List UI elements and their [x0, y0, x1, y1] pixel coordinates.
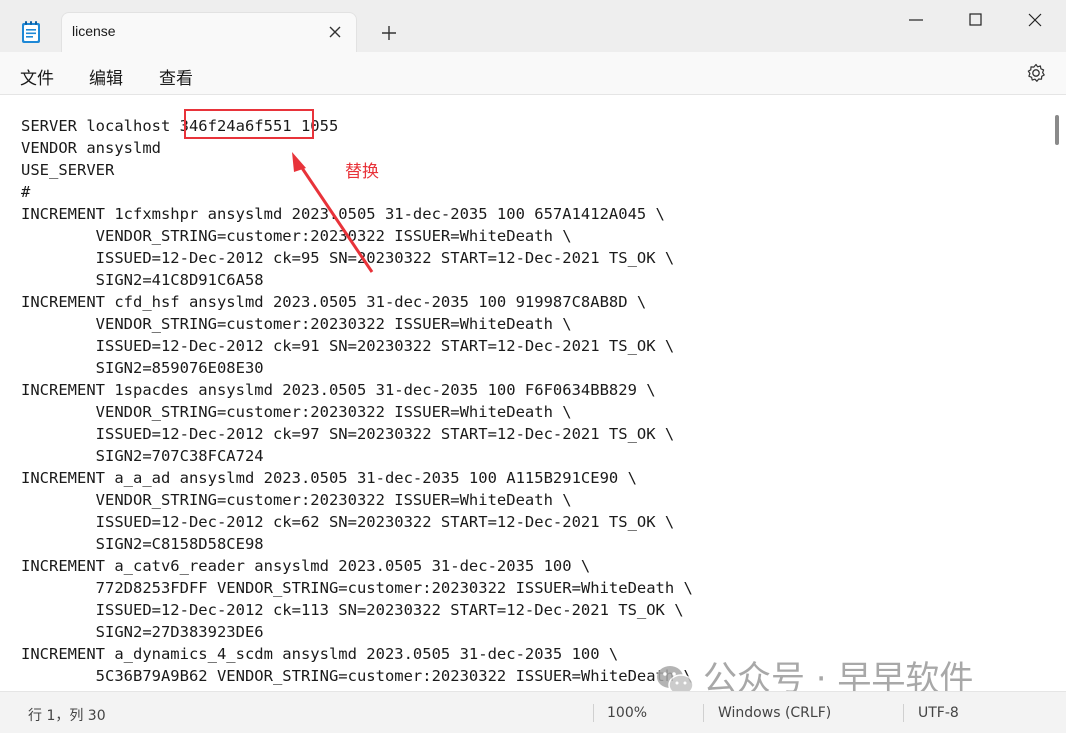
text-line: 772D8253FDFF VENDOR_STRING=customer:2023… — [21, 579, 693, 597]
menu-edit[interactable]: 编辑 — [89, 64, 123, 89]
text-line: VENDOR_STRING=customer:20230322 ISSUER=W… — [21, 227, 572, 245]
divider — [703, 704, 704, 722]
close-icon[interactable] — [1012, 10, 1058, 30]
text-line: SIGN2=707C38FCA724 — [21, 447, 264, 465]
plus-icon[interactable] — [380, 24, 398, 42]
cursor-position: 行 1，列 30 — [28, 708, 106, 724]
text-line: # — [21, 183, 31, 201]
minimize-icon[interactable] — [893, 10, 939, 30]
tab-license[interactable]: license — [61, 12, 357, 52]
text-line: INCREMENT cfd_hsf ansyslmd 2023.0505 31-… — [21, 293, 647, 311]
text-line: ISSUED=12-Dec-2012 ck=91 SN=20230322 STA… — [21, 337, 675, 355]
menu-file[interactable]: 文件 — [20, 64, 54, 89]
gear-icon[interactable] — [1025, 62, 1047, 84]
zoom-level[interactable]: 100% — [607, 705, 647, 721]
text-line: VENDOR ansyslmd — [21, 139, 161, 157]
encoding[interactable]: UTF-8 — [918, 705, 959, 721]
notepad-icon — [22, 21, 40, 43]
maximize-icon[interactable] — [953, 10, 999, 30]
text-line: SIGN2=C8158D58CE98 — [21, 535, 264, 553]
text-line: SIGN2=27D383923DE6 — [21, 623, 264, 641]
title-bar: license — [0, 0, 1066, 52]
annotation-label: 替换 — [345, 162, 379, 182]
vertical-scrollbar[interactable] — [1055, 115, 1059, 145]
editor-content[interactable]: SERVER localhost 346f24a6f551 1055 VENDOR… — [21, 115, 693, 687]
menu-view[interactable]: 查看 — [159, 64, 193, 89]
text-line: VENDOR_STRING=customer:20230322 ISSUER=W… — [21, 403, 572, 421]
text-line: ISSUED=12-Dec-2012 ck=97 SN=20230322 STA… — [21, 425, 675, 443]
text-line: ISSUED=12-Dec-2012 ck=113 SN=20230322 ST… — [21, 601, 684, 619]
menu-bar: 文件 编辑 查看 — [0, 52, 1066, 94]
text-line: VENDOR_STRING=customer:20230322 ISSUER=W… — [21, 315, 572, 333]
line-ending[interactable]: Windows (CRLF) — [718, 705, 831, 721]
text-editor[interactable]: SERVER localhost 346f24a6f551 1055 VENDOR… — [0, 94, 1066, 691]
close-icon[interactable] — [328, 25, 342, 39]
divider — [593, 704, 594, 722]
text-line: INCREMENT 1spacdes ansyslmd 2023.0505 31… — [21, 381, 656, 399]
status-bar: 行 1，列 30 100% Windows (CRLF) UTF-8 — [0, 691, 1066, 733]
watermark: 公众号 · 早早软件 — [655, 651, 973, 691]
tab-title: license — [72, 23, 116, 39]
text-line: ISSUED=12-Dec-2012 ck=62 SN=20230322 STA… — [21, 513, 675, 531]
text-line: VENDOR_STRING=customer:20230322 ISSUER=W… — [21, 491, 572, 509]
text-line: 5C36B79A9B62 VENDOR_STRING=customer:2023… — [21, 667, 693, 685]
text-line: INCREMENT a_dynamics_4_scdm ansyslmd 202… — [21, 645, 619, 663]
text-line: INCREMENT a_catv6_reader ansyslmd 2023.0… — [21, 557, 591, 575]
highlight-box — [184, 109, 314, 139]
text-line: SERVER localhost 346f24a6f551 1055 — [21, 117, 339, 135]
text-line: SIGN2=41C8D91C6A58 — [21, 271, 264, 289]
wechat-icon — [657, 665, 694, 691]
text-line: INCREMENT a_a_ad ansyslmd 2023.0505 31-d… — [21, 469, 637, 487]
divider — [903, 704, 904, 722]
text-line: INCREMENT 1cfxmshpr ansyslmd 2023.0505 3… — [21, 205, 665, 223]
text-line: ISSUED=12-Dec-2012 ck=95 SN=20230322 STA… — [21, 249, 675, 267]
watermark-text: 公众号 · 早早软件 — [703, 659, 974, 691]
text-line: SIGN2=859076E08E30 — [21, 359, 264, 377]
